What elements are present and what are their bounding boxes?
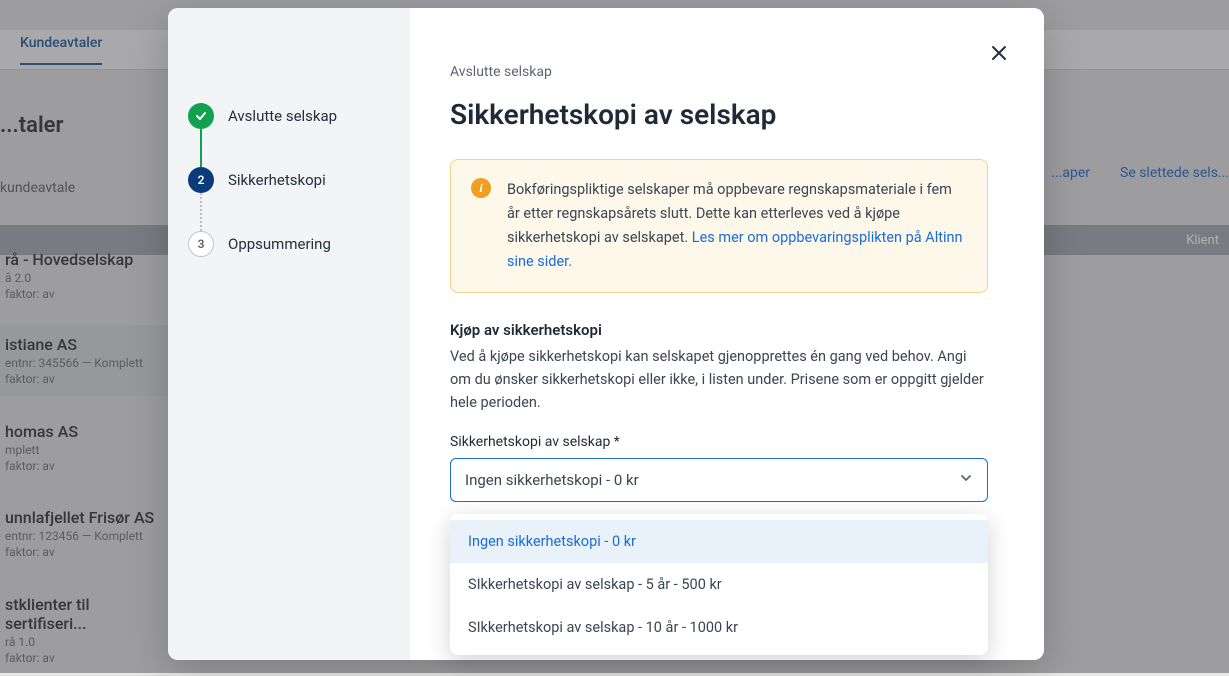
modal-title: Sikkerhetskopi av selskap bbox=[450, 98, 988, 131]
modal-dialog: Avslutte selskap 2 Sikkerhetskopi 3 Opps… bbox=[168, 8, 1044, 660]
step-label: Sikkerhetskopi bbox=[228, 171, 326, 189]
step-connector bbox=[200, 129, 202, 167]
step-label: Oppsummering bbox=[228, 235, 331, 253]
step-avslutte[interactable]: Avslutte selskap bbox=[188, 103, 390, 129]
select-wrapper: Ingen sikkerhetskopi - 0 kr Ingen sikker… bbox=[450, 458, 988, 502]
backup-select[interactable]: Ingen sikkerhetskopi - 0 kr bbox=[450, 458, 988, 502]
chevron-down-icon bbox=[959, 471, 973, 489]
info-alert: i Bokføringspliktige selskaper må oppbev… bbox=[450, 159, 988, 293]
info-icon: i bbox=[471, 178, 491, 198]
alert-text: Bokføringspliktige selskaper må oppbevar… bbox=[507, 178, 967, 274]
dropdown-option-none[interactable]: Ingen sikkerhetskopi - 0 kr bbox=[450, 520, 988, 563]
close-icon bbox=[990, 44, 1008, 62]
dropdown-option-10yr[interactable]: SIkkerhetskopi av selskap - 10 år - 1000… bbox=[450, 606, 988, 649]
select-value: Ingen sikkerhetskopi - 0 kr bbox=[465, 471, 639, 489]
section-description: Ved å kjøpe sikkerhetskopi kan selskapet… bbox=[450, 345, 988, 415]
step-oppsummering[interactable]: 3 Oppsummering bbox=[188, 231, 390, 257]
modal-stepper-sidebar: Avslutte selskap 2 Sikkerhetskopi 3 Opps… bbox=[168, 8, 410, 660]
check-icon bbox=[188, 103, 214, 129]
step-number: 2 bbox=[188, 167, 214, 193]
modal-breadcrumb: Avslutte selskap bbox=[450, 64, 988, 80]
modal-content: Avslutte selskap Sikkerhetskopi av selsk… bbox=[410, 8, 1044, 660]
step-connector bbox=[200, 193, 202, 231]
step-sikkerhetskopi[interactable]: 2 Sikkerhetskopi bbox=[188, 167, 390, 193]
dropdown-menu: Ingen sikkerhetskopi - 0 kr SIkkerhetsko… bbox=[450, 514, 988, 655]
field-label: Sikkerhetskopi av selskap * bbox=[450, 434, 988, 450]
step-number: 3 bbox=[188, 231, 214, 257]
close-button[interactable] bbox=[990, 44, 1008, 66]
dropdown-option-5yr[interactable]: SIkkerhetskopi av selskap - 5 år - 500 k… bbox=[450, 563, 988, 606]
section-title: Kjøp av sikkerhetskopi bbox=[450, 321, 988, 339]
step-label: Avslutte selskap bbox=[228, 107, 337, 125]
